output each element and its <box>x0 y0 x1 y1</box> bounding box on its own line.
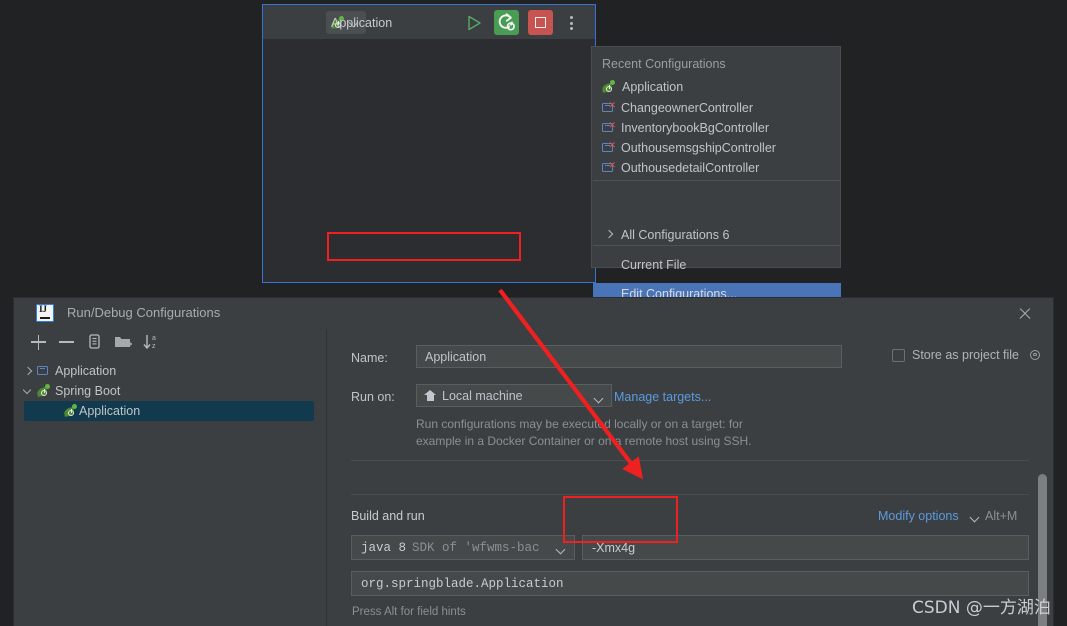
recent-configurations-menu: Recent Configurations Application ✕ Chan… <box>591 46 841 304</box>
chevron-right-icon <box>605 231 613 239</box>
name-input[interactable]: Application <box>416 345 842 368</box>
menu-item-outhousedetailcontroller[interactable]: ✕ OuthousedetailController <box>593 158 841 178</box>
menu-item-label: ChangeownerController <box>621 101 754 115</box>
configurations-toolbar: az <box>14 329 326 354</box>
run-config-error-icon: ✕ <box>602 140 616 155</box>
svg-text:a: a <box>152 335 156 342</box>
close-icon[interactable] <box>1017 306 1033 322</box>
run-on-hint-line1: Run configurations may be executed local… <box>416 417 743 431</box>
sdk-origin-label: SDK of 'wfwms-bac <box>412 540 540 555</box>
menu-item-current-file[interactable]: Current File <box>593 255 841 275</box>
menu-item-label: Current File <box>621 258 687 272</box>
menu-item-inventorybookbgcontroller[interactable]: ✕ InventorybookBgController <box>593 118 841 138</box>
remove-configuration-button[interactable] <box>57 332 77 352</box>
menu-item-all-configurations[interactable]: All Configurations 6 <box>593 225 841 245</box>
run-debug-configurations-dialog: IJ Run/Debug Configurations az Applicati… <box>14 298 1053 626</box>
copy-configuration-button[interactable] <box>85 332 105 352</box>
tree-item-application[interactable]: Application <box>14 361 326 381</box>
run-on-label: Run on: <box>351 390 395 404</box>
menu-item-label: InventorybookBgController <box>621 121 769 135</box>
tree-item-label: Spring Boot <box>55 384 121 398</box>
run-configuration-selector[interactable]: Application <box>326 11 392 34</box>
sort-az-button[interactable]: az <box>141 332 161 352</box>
spring-boot-icon <box>601 80 616 94</box>
run-config-error-icon: ✕ <box>602 100 616 115</box>
menu-item-application[interactable]: Application <box>593 77 841 97</box>
tree-item-spring-boot[interactable]: Spring Boot <box>14 381 326 401</box>
vm-options-input[interactable]: -Xmx4g <box>582 535 1029 560</box>
manage-targets-link[interactable]: Manage targets... <box>614 390 711 404</box>
recent-configurations-title: Recent Configurations <box>602 57 726 71</box>
run-widget-region: Application Recent Configurations Applic… <box>262 4 841 304</box>
tree-item-label: Application <box>55 364 117 378</box>
run-on-value: Local machine <box>442 388 523 403</box>
more-actions-button[interactable] <box>561 10 583 35</box>
modify-options-link[interactable]: Modify options <box>878 509 959 523</box>
menu-item-label: OuthousedetailController <box>621 161 760 175</box>
run-on-hint-line2: example in a Docker Container or on a re… <box>416 434 752 448</box>
menu-item-changeownercontroller[interactable]: ✕ ChangeownerController <box>593 98 841 118</box>
stop-button[interactable] <box>528 10 553 35</box>
section-divider <box>351 494 1029 495</box>
rerun-button[interactable] <box>494 10 519 35</box>
run-toolbar: Application <box>263 5 595 39</box>
run-configuration-label: Application <box>331 15 393 30</box>
new-folder-button[interactable] <box>113 332 133 352</box>
name-label: Name: <box>351 351 388 365</box>
store-as-project-file-row[interactable]: Store as project file <box>892 348 1042 362</box>
run-button[interactable] <box>461 10 486 35</box>
sdk-version-label: java 8 <box>361 540 407 555</box>
editor-background-strip <box>264 39 329 282</box>
chevron-down-icon <box>557 545 566 554</box>
section-divider <box>351 460 1029 461</box>
configuration-settings-panel: Name: Application Store as project file … <box>327 329 1053 626</box>
tree-item-spring-boot-application[interactable]: Application <box>24 401 314 421</box>
modify-options-shortcut: Alt+M <box>985 509 1018 523</box>
menu-divider <box>593 180 841 181</box>
menu-item-outhousemsgshipcontroller[interactable]: ✕ OuthousemsgshipController <box>593 138 841 158</box>
run-on-dropdown[interactable]: Local machine <box>416 384 612 407</box>
tree-item-label: Application <box>79 404 141 418</box>
dialog-title: Run/Debug Configurations <box>67 305 221 320</box>
store-as-project-file-label: Store as project file <box>912 348 1019 362</box>
chevron-down-icon <box>350 18 359 27</box>
press-alt-hint: Press Alt for field hints <box>352 606 466 618</box>
intellij-logo-icon: IJ <box>36 304 54 322</box>
menu-item-label: OuthousemsgshipController <box>621 141 776 155</box>
home-icon <box>424 390 436 401</box>
store-as-project-file-checkbox[interactable] <box>892 348 905 362</box>
chevron-right-icon[interactable] <box>23 366 33 376</box>
spring-boot-icon <box>36 384 51 398</box>
svg-text:z: z <box>152 343 156 350</box>
gear-icon[interactable] <box>1029 349 1042 362</box>
run-config-error-icon: ✕ <box>602 120 616 135</box>
dialog-titlebar: IJ Run/Debug Configurations <box>14 298 1053 329</box>
watermark-text: CSDN @一方湖泊 <box>912 598 1051 618</box>
run-config-error-icon: ✕ <box>602 160 616 175</box>
add-configuration-button[interactable] <box>29 332 49 352</box>
spring-boot-icon <box>63 404 78 418</box>
menu-item-label: Application <box>622 80 684 94</box>
menu-divider <box>593 245 841 246</box>
chevron-down-icon[interactable] <box>971 513 980 522</box>
chevron-down-icon <box>595 394 604 403</box>
chevron-down-icon[interactable] <box>23 386 33 396</box>
jre-sdk-dropdown[interactable]: java 8 SDK of 'wfwms-bac <box>351 535 575 560</box>
menu-item-label: All Configurations 6 <box>621 228 730 242</box>
screen-root: Application Recent Configurations Applic… <box>0 0 1067 626</box>
stop-square-icon <box>535 17 546 28</box>
build-and-run-label: Build and run <box>351 509 425 523</box>
configurations-tree: Application Spring Boot Application <box>14 354 326 626</box>
run-config-icon <box>37 365 50 378</box>
